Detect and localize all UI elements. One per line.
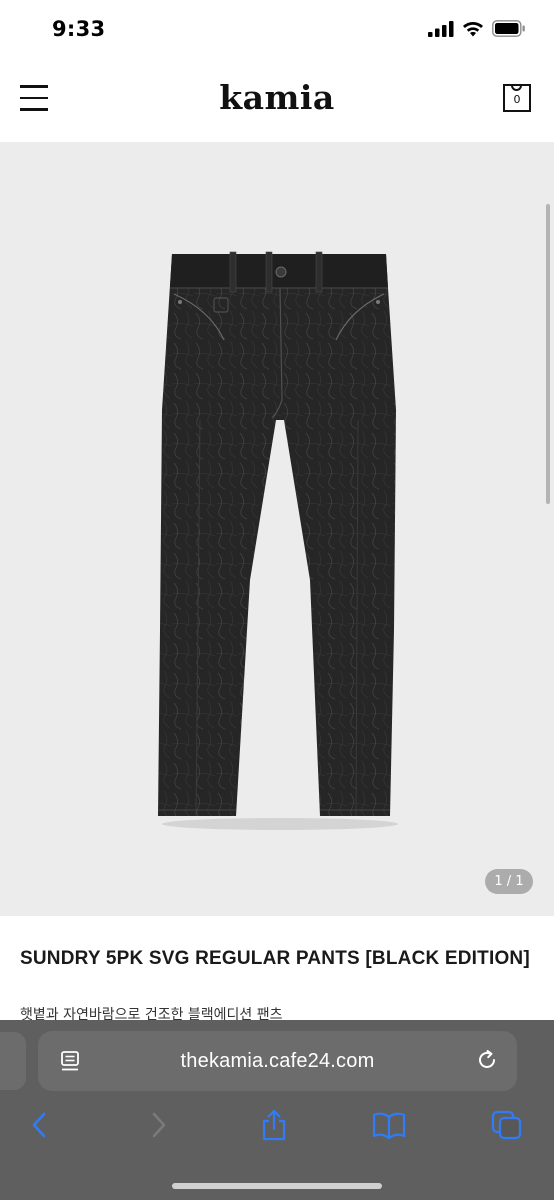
share-button[interactable]	[257, 1108, 291, 1142]
status-icons	[428, 20, 526, 37]
status-time: 9:33	[52, 17, 106, 41]
address-bar[interactable]: thekamia.cafe24.com	[38, 1031, 517, 1091]
wifi-icon	[463, 21, 483, 36]
image-page-counter: 1 / 1	[485, 869, 533, 894]
browser-toolbar: thekamia.cafe24.com	[0, 1020, 554, 1200]
cart-button[interactable]: 0	[503, 84, 531, 112]
status-bar: 9:33	[0, 0, 554, 60]
site-header: kamia 0	[0, 60, 554, 142]
previous-tab-preview[interactable]	[0, 1032, 26, 1090]
bookmarks-button[interactable]	[372, 1108, 406, 1142]
site-logo[interactable]: kamia	[0, 78, 554, 117]
forward-button[interactable]	[142, 1108, 176, 1142]
home-indicator	[172, 1183, 382, 1189]
signal-icon	[428, 20, 454, 37]
reload-icon[interactable]	[475, 1048, 499, 1072]
bag-icon	[511, 85, 522, 91]
tabs-icon	[491, 1110, 522, 1140]
url-text[interactable]: thekamia.cafe24.com	[38, 1050, 517, 1073]
product-image[interactable]	[150, 250, 410, 832]
battery-icon	[492, 20, 525, 37]
tabs-button[interactable]	[490, 1108, 524, 1142]
product-gallery[interactable]: 1 / 1	[0, 142, 554, 916]
product-title: SUNDRY 5PK SVG REGULAR PANTS [BLACK EDIT…	[20, 948, 530, 969]
share-icon	[262, 1109, 286, 1141]
scroll-indicator	[546, 204, 550, 504]
back-button[interactable]	[22, 1108, 56, 1142]
book-icon	[372, 1112, 406, 1139]
chevron-right-icon	[152, 1112, 166, 1138]
chevron-left-icon	[32, 1112, 46, 1138]
cart-count: 0	[513, 93, 521, 106]
